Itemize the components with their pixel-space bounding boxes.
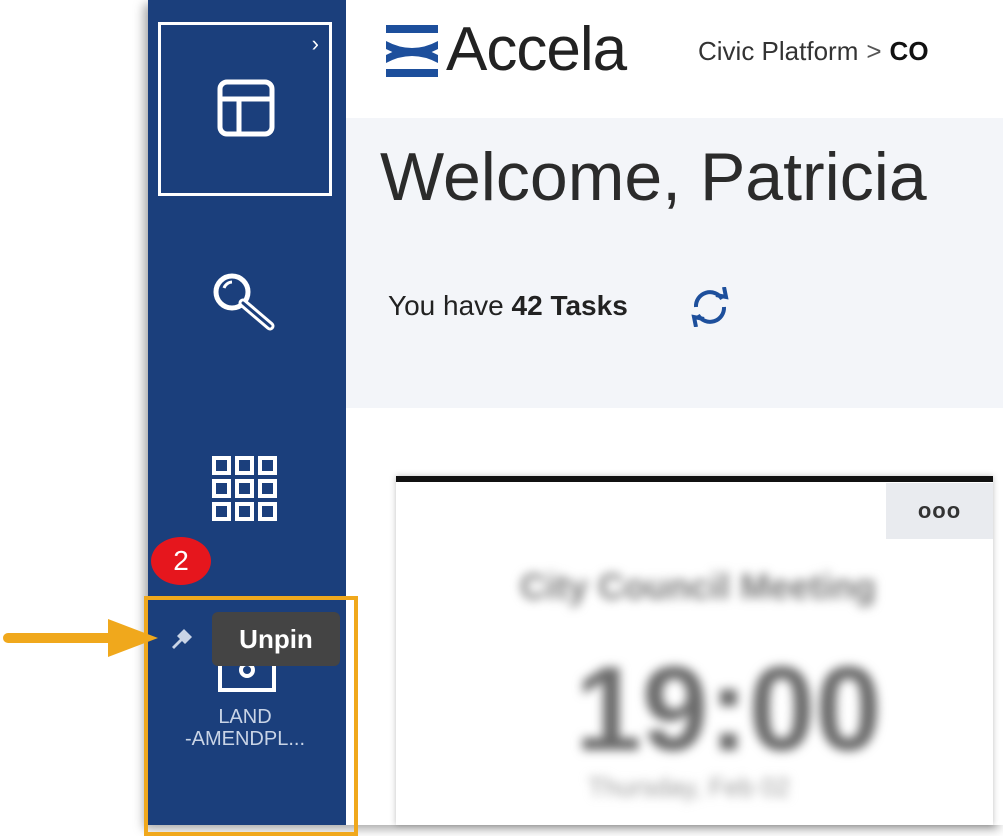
pinned-item-label: LAND -AMENDPL... xyxy=(150,706,340,750)
breadcrumb-root[interactable]: Civic Platform xyxy=(698,36,858,66)
event-time: 19:00 xyxy=(575,642,882,776)
tasks-prefix: You have xyxy=(388,290,504,321)
breadcrumb: Civic Platform > CO xyxy=(698,36,929,67)
refresh-icon[interactable] xyxy=(688,287,732,327)
breadcrumb-current: CO xyxy=(889,36,929,66)
tasks-summary: You have 42 Tasks xyxy=(388,290,628,322)
event-title: City Council Meeting xyxy=(520,566,877,607)
event-date: Thursday, Feb 02 xyxy=(588,772,790,802)
breadcrumb-separator: > xyxy=(866,36,882,66)
app-grid-icon[interactable] xyxy=(211,455,279,523)
tasks-count[interactable]: 42 Tasks xyxy=(512,290,628,321)
pin-icon[interactable] xyxy=(168,625,196,649)
step-badge: 2 xyxy=(151,537,211,585)
sidebar-item-home[interactable]: › xyxy=(158,22,332,196)
pinned-label-line1: LAND xyxy=(218,706,272,728)
pinned-label-line2: -AMENDPL... xyxy=(184,728,306,750)
chevron-right-icon[interactable]: › xyxy=(312,31,319,57)
unpin-tooltip: Unpin xyxy=(212,612,340,666)
accela-logo-icon xyxy=(386,25,438,77)
search-icon[interactable] xyxy=(210,270,282,332)
annotation-arrow-icon xyxy=(3,619,158,657)
card-menu-button[interactable]: ooo xyxy=(886,483,993,539)
page-title: Welcome, Patricia xyxy=(380,139,927,215)
logo-text: Accela xyxy=(446,15,627,84)
dashboard-layout-icon xyxy=(217,79,275,137)
